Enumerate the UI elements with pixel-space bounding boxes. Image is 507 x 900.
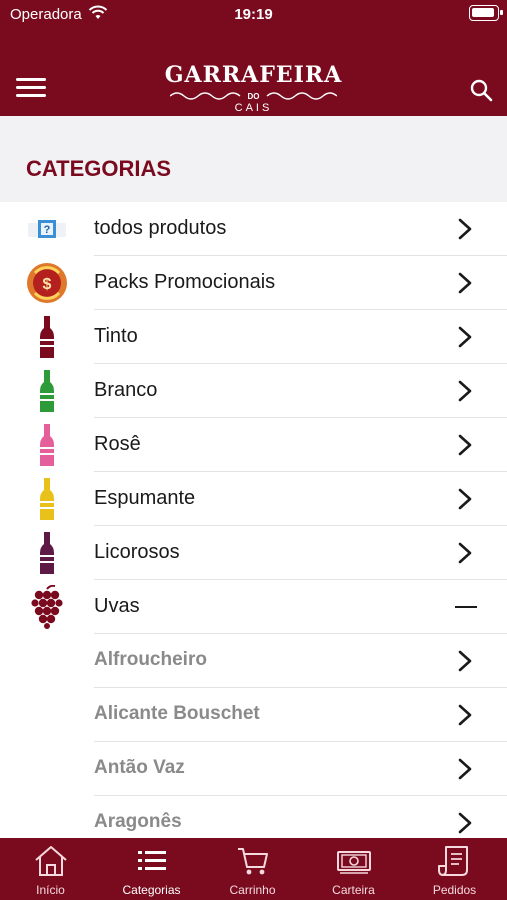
tab-categorias[interactable]: Categorias <box>101 838 202 900</box>
category-label: Espumante <box>94 487 196 509</box>
home-icon <box>35 846 67 876</box>
category-label: Rosê <box>94 433 141 455</box>
tab-label: Carrinho <box>229 883 276 897</box>
wallet-cash-icon <box>337 851 371 874</box>
menu-line <box>16 94 46 97</box>
grape-row-aragones[interactable]: Aragonês <box>0 796 507 838</box>
tab-inicio[interactable]: Início <box>0 838 101 900</box>
category-row-packs-promocionais[interactable]: $ Packs Promocionais <box>0 256 507 310</box>
status-bar: Operadora 19:19 <box>0 0 507 30</box>
tab-pedidos[interactable]: Pedidos <box>404 838 505 900</box>
tab-carteira[interactable]: Carteira <box>303 838 404 900</box>
receipt-icon <box>438 846 468 876</box>
grape-label: Alicante Bouschet <box>94 703 260 724</box>
category-row-uvas[interactable]: Uvas <box>0 580 507 634</box>
tab-label: Categorias <box>122 883 181 897</box>
category-label: todos produtos <box>94 217 227 239</box>
promo-coin-icon: $ <box>27 263 67 303</box>
search-icon[interactable] <box>469 78 493 102</box>
category-label: Packs Promocionais <box>94 271 276 293</box>
category-label: Branco <box>94 379 158 401</box>
tab-label: Início <box>36 883 65 897</box>
rose-wine-bottle-icon <box>40 424 54 466</box>
chevron-right-icon <box>458 218 472 240</box>
category-list: ? todos produtos $ Packs Promocionais Ti… <box>0 202 507 838</box>
svg-text:?: ? <box>44 224 51 236</box>
chevron-right-icon <box>458 812 472 834</box>
chevron-right-icon <box>458 542 472 564</box>
menu-line <box>16 78 46 81</box>
battery-icon <box>469 5 503 21</box>
chevron-right-icon <box>458 650 472 672</box>
list-icon <box>138 851 166 870</box>
grape-label: Antão Vaz <box>94 757 185 778</box>
category-row-todos-produtos[interactable]: ? todos produtos <box>0 202 507 256</box>
categories-screen[interactable]: CATEGORIAS ? todos produtos $ Packs Prom… <box>0 116 507 838</box>
chevron-right-icon <box>458 380 472 402</box>
chevron-right-icon <box>458 326 472 348</box>
sparkling-wine-bottle-icon <box>40 478 54 520</box>
category-row-tinto[interactable]: Tinto <box>0 310 507 364</box>
chevron-right-icon <box>458 272 472 294</box>
grape-row-alicante-bouschet[interactable]: Alicante Bouschet <box>0 688 507 742</box>
logo-wordmark: GARRAFEIRA <box>164 62 343 88</box>
fortified-wine-bottle-icon <box>40 532 54 574</box>
tab-label: Carteira <box>332 883 375 897</box>
app-logo[interactable]: GARRAFEIRA DO CAIS <box>150 62 357 118</box>
category-row-rose[interactable]: Rosê <box>0 418 507 472</box>
grape-label: Aragonês <box>94 811 182 832</box>
category-row-branco[interactable]: Branco <box>0 364 507 418</box>
category-label: Tinto <box>94 325 138 347</box>
white-wine-bottle-icon <box>40 370 54 412</box>
chevron-right-icon <box>458 758 472 780</box>
hamburger-menu-button[interactable] <box>16 78 46 98</box>
chevron-right-icon <box>458 704 472 726</box>
category-label: Licorosos <box>94 541 180 563</box>
category-row-licorosos[interactable]: Licorosos <box>0 526 507 580</box>
grape-row-alfroucheiro[interactable]: Alfroucheiro <box>0 634 507 688</box>
chevron-right-icon <box>458 434 472 456</box>
app-header: GARRAFEIRA DO CAIS <box>0 30 507 116</box>
logo-cais: CAIS <box>234 102 273 114</box>
clock: 19:19 <box>234 6 273 23</box>
red-wine-bottle-icon <box>40 316 54 358</box>
cart-icon <box>238 848 268 875</box>
section-header: CATEGORIAS <box>0 116 507 202</box>
chevron-right-icon <box>458 488 472 510</box>
svg-text:$: $ <box>43 276 52 293</box>
category-row-espumante[interactable]: Espumante <box>0 472 507 526</box>
question-box-icon: ? <box>28 220 66 238</box>
tab-label: Pedidos <box>432 883 477 897</box>
collapse-minus-icon <box>455 606 477 608</box>
logo-do: DO <box>247 92 260 101</box>
bottom-tab-bar: Início Categorias Carrinho Carteira Pedi… <box>0 838 507 900</box>
grape-row-antao-vaz[interactable]: Antão Vaz <box>0 742 507 796</box>
menu-line <box>16 86 46 89</box>
category-label: Uvas <box>94 595 140 617</box>
grape-label: Alfroucheiro <box>94 649 207 670</box>
section-title: CATEGORIAS <box>26 156 172 181</box>
grapes-icon <box>31 585 63 629</box>
tab-carrinho[interactable]: Carrinho <box>202 838 303 900</box>
